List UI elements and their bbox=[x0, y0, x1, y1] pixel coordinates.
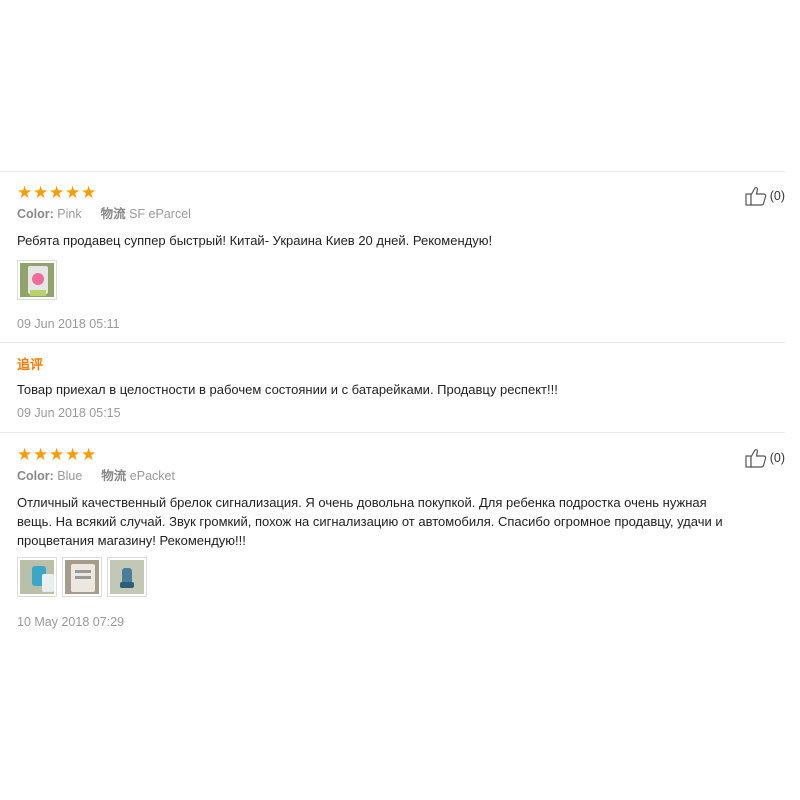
star-icon: ★ bbox=[33, 183, 49, 202]
review-date: 10 May 2018 07:29 bbox=[17, 615, 125, 629]
rating-stars: ★ ★ ★ ★ ★ bbox=[17, 184, 785, 202]
review-photo-thumbnail[interactable] bbox=[17, 557, 57, 597]
review-1: ★ ★ ★ ★ ★ Color: Pink 物流 SF eParcel bbox=[17, 184, 785, 222]
followup-label: 追评 bbox=[17, 357, 44, 372]
review-photos bbox=[17, 557, 785, 597]
review-text: Ребята продавец суппер быстрый! Китай- У… bbox=[17, 233, 493, 248]
product-photo bbox=[65, 560, 99, 594]
helpful-count: (0) bbox=[769, 189, 785, 203]
star-icon: ★ bbox=[17, 183, 33, 202]
product-photo bbox=[110, 560, 144, 594]
review-text-line: процветания магазину! Рекомендую!!! bbox=[17, 533, 246, 548]
rating-stars: ★ ★ ★ ★ ★ bbox=[17, 446, 785, 464]
helpful-count: (0) bbox=[769, 451, 785, 465]
star-icon: ★ bbox=[33, 445, 49, 464]
review-photos bbox=[17, 260, 785, 300]
star-icon: ★ bbox=[65, 445, 81, 464]
review-date: 09 Jun 2018 05:11 bbox=[17, 317, 120, 331]
product-photo bbox=[20, 560, 54, 594]
star-icon: ★ bbox=[49, 183, 65, 202]
star-icon: ★ bbox=[17, 445, 33, 464]
review-text: Отличный качественный брелок сигнализаци… bbox=[17, 493, 785, 550]
review-2: ★ ★ ★ ★ ★ Color: Blue 物流 ePacket bbox=[17, 446, 785, 484]
review-divider bbox=[0, 432, 785, 433]
review-photo-thumbnail[interactable] bbox=[107, 557, 147, 597]
shipping-label: 物流 bbox=[101, 469, 127, 483]
thumbs-up-icon bbox=[745, 187, 766, 206]
review-photo-thumbnail[interactable] bbox=[17, 260, 57, 300]
color-label: Color: bbox=[17, 207, 54, 221]
top-divider bbox=[0, 171, 785, 172]
followup-divider bbox=[0, 342, 785, 343]
helpful-button[interactable]: (0) bbox=[745, 186, 785, 206]
shipping-label: 物流 bbox=[100, 207, 126, 221]
color-value: Pink bbox=[57, 207, 82, 221]
review-photo-thumbnail[interactable] bbox=[62, 557, 102, 597]
star-icon: ★ bbox=[65, 183, 81, 202]
review-text-line: вещь. На всякий случай. Звук громкий, по… bbox=[17, 514, 723, 529]
helpful-button[interactable]: (0) bbox=[745, 448, 785, 468]
star-icon: ★ bbox=[49, 445, 65, 464]
product-photo bbox=[20, 263, 54, 297]
thumbs-up-icon bbox=[745, 449, 766, 468]
followup-text: Товар приехал в целостности в рабочем со… bbox=[17, 382, 558, 397]
followup-date: 09 Jun 2018 05:15 bbox=[17, 406, 121, 420]
review-text-line: Отличный качественный брелок сигнализаци… bbox=[17, 495, 707, 510]
color-value: Blue bbox=[57, 469, 83, 483]
review-meta: Color: Blue 物流 ePacket bbox=[17, 468, 785, 484]
star-icon: ★ bbox=[81, 445, 97, 464]
star-icon: ★ bbox=[81, 183, 97, 202]
shipping-value: SF eParcel bbox=[129, 207, 191, 221]
review-meta: Color: Pink 物流 SF eParcel bbox=[17, 206, 785, 222]
color-label: Color: bbox=[17, 469, 54, 483]
shipping-value: ePacket bbox=[129, 469, 175, 483]
